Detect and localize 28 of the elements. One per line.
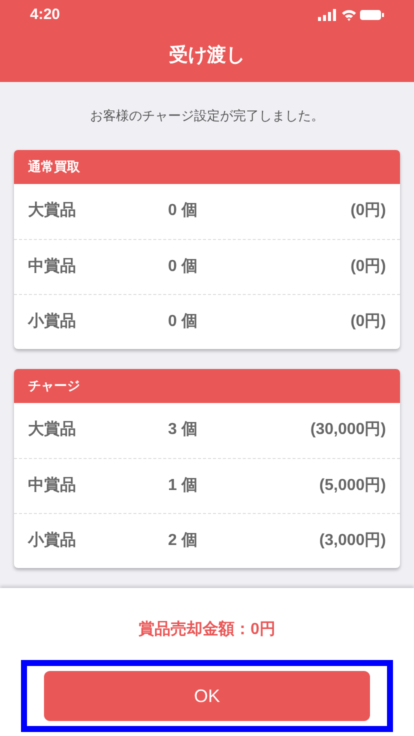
prize-name: 中賞品 (28, 476, 77, 496)
completion-message: お客様のチャージ設定が完了しました。 (89, 107, 325, 125)
prize-count: 0 個 (168, 256, 198, 276)
prize-name: 小賞品 (28, 530, 77, 550)
prize-amount: (0円) (349, 256, 386, 276)
prize-amount: (3,000円) (318, 530, 386, 550)
prize-count: 0 個 (168, 312, 198, 332)
section-title: 通常買取 (28, 158, 80, 176)
prize-name: 中賞品 (28, 256, 77, 276)
prize-count: 1 個 (168, 476, 198, 496)
ok-button[interactable]: OK (44, 671, 370, 721)
signal-icon (318, 9, 336, 21)
prize-count: 3 個 (168, 420, 198, 440)
wifi-icon (342, 10, 356, 21)
screen-title: 受け渡し (169, 44, 245, 68)
prize-count: 2 個 (168, 530, 198, 550)
section-title: チャージ (28, 376, 80, 395)
status-time: 4:20 (30, 4, 60, 25)
prize-name: 小賞品 (28, 312, 77, 332)
prize-name: 大賞品 (28, 420, 77, 440)
battery-icon (360, 10, 384, 20)
prize-amount: (30,000円) (309, 420, 386, 440)
prize-count: 0 個 (168, 201, 198, 221)
prize-amount: (0円) (349, 312, 386, 332)
prize-amount: (0円) (349, 201, 386, 221)
prize-name: 大賞品 (28, 200, 77, 221)
prize-amount: (5,000円) (318, 476, 386, 496)
total-amount: 賞品売却金額：0円 (138, 619, 276, 640)
